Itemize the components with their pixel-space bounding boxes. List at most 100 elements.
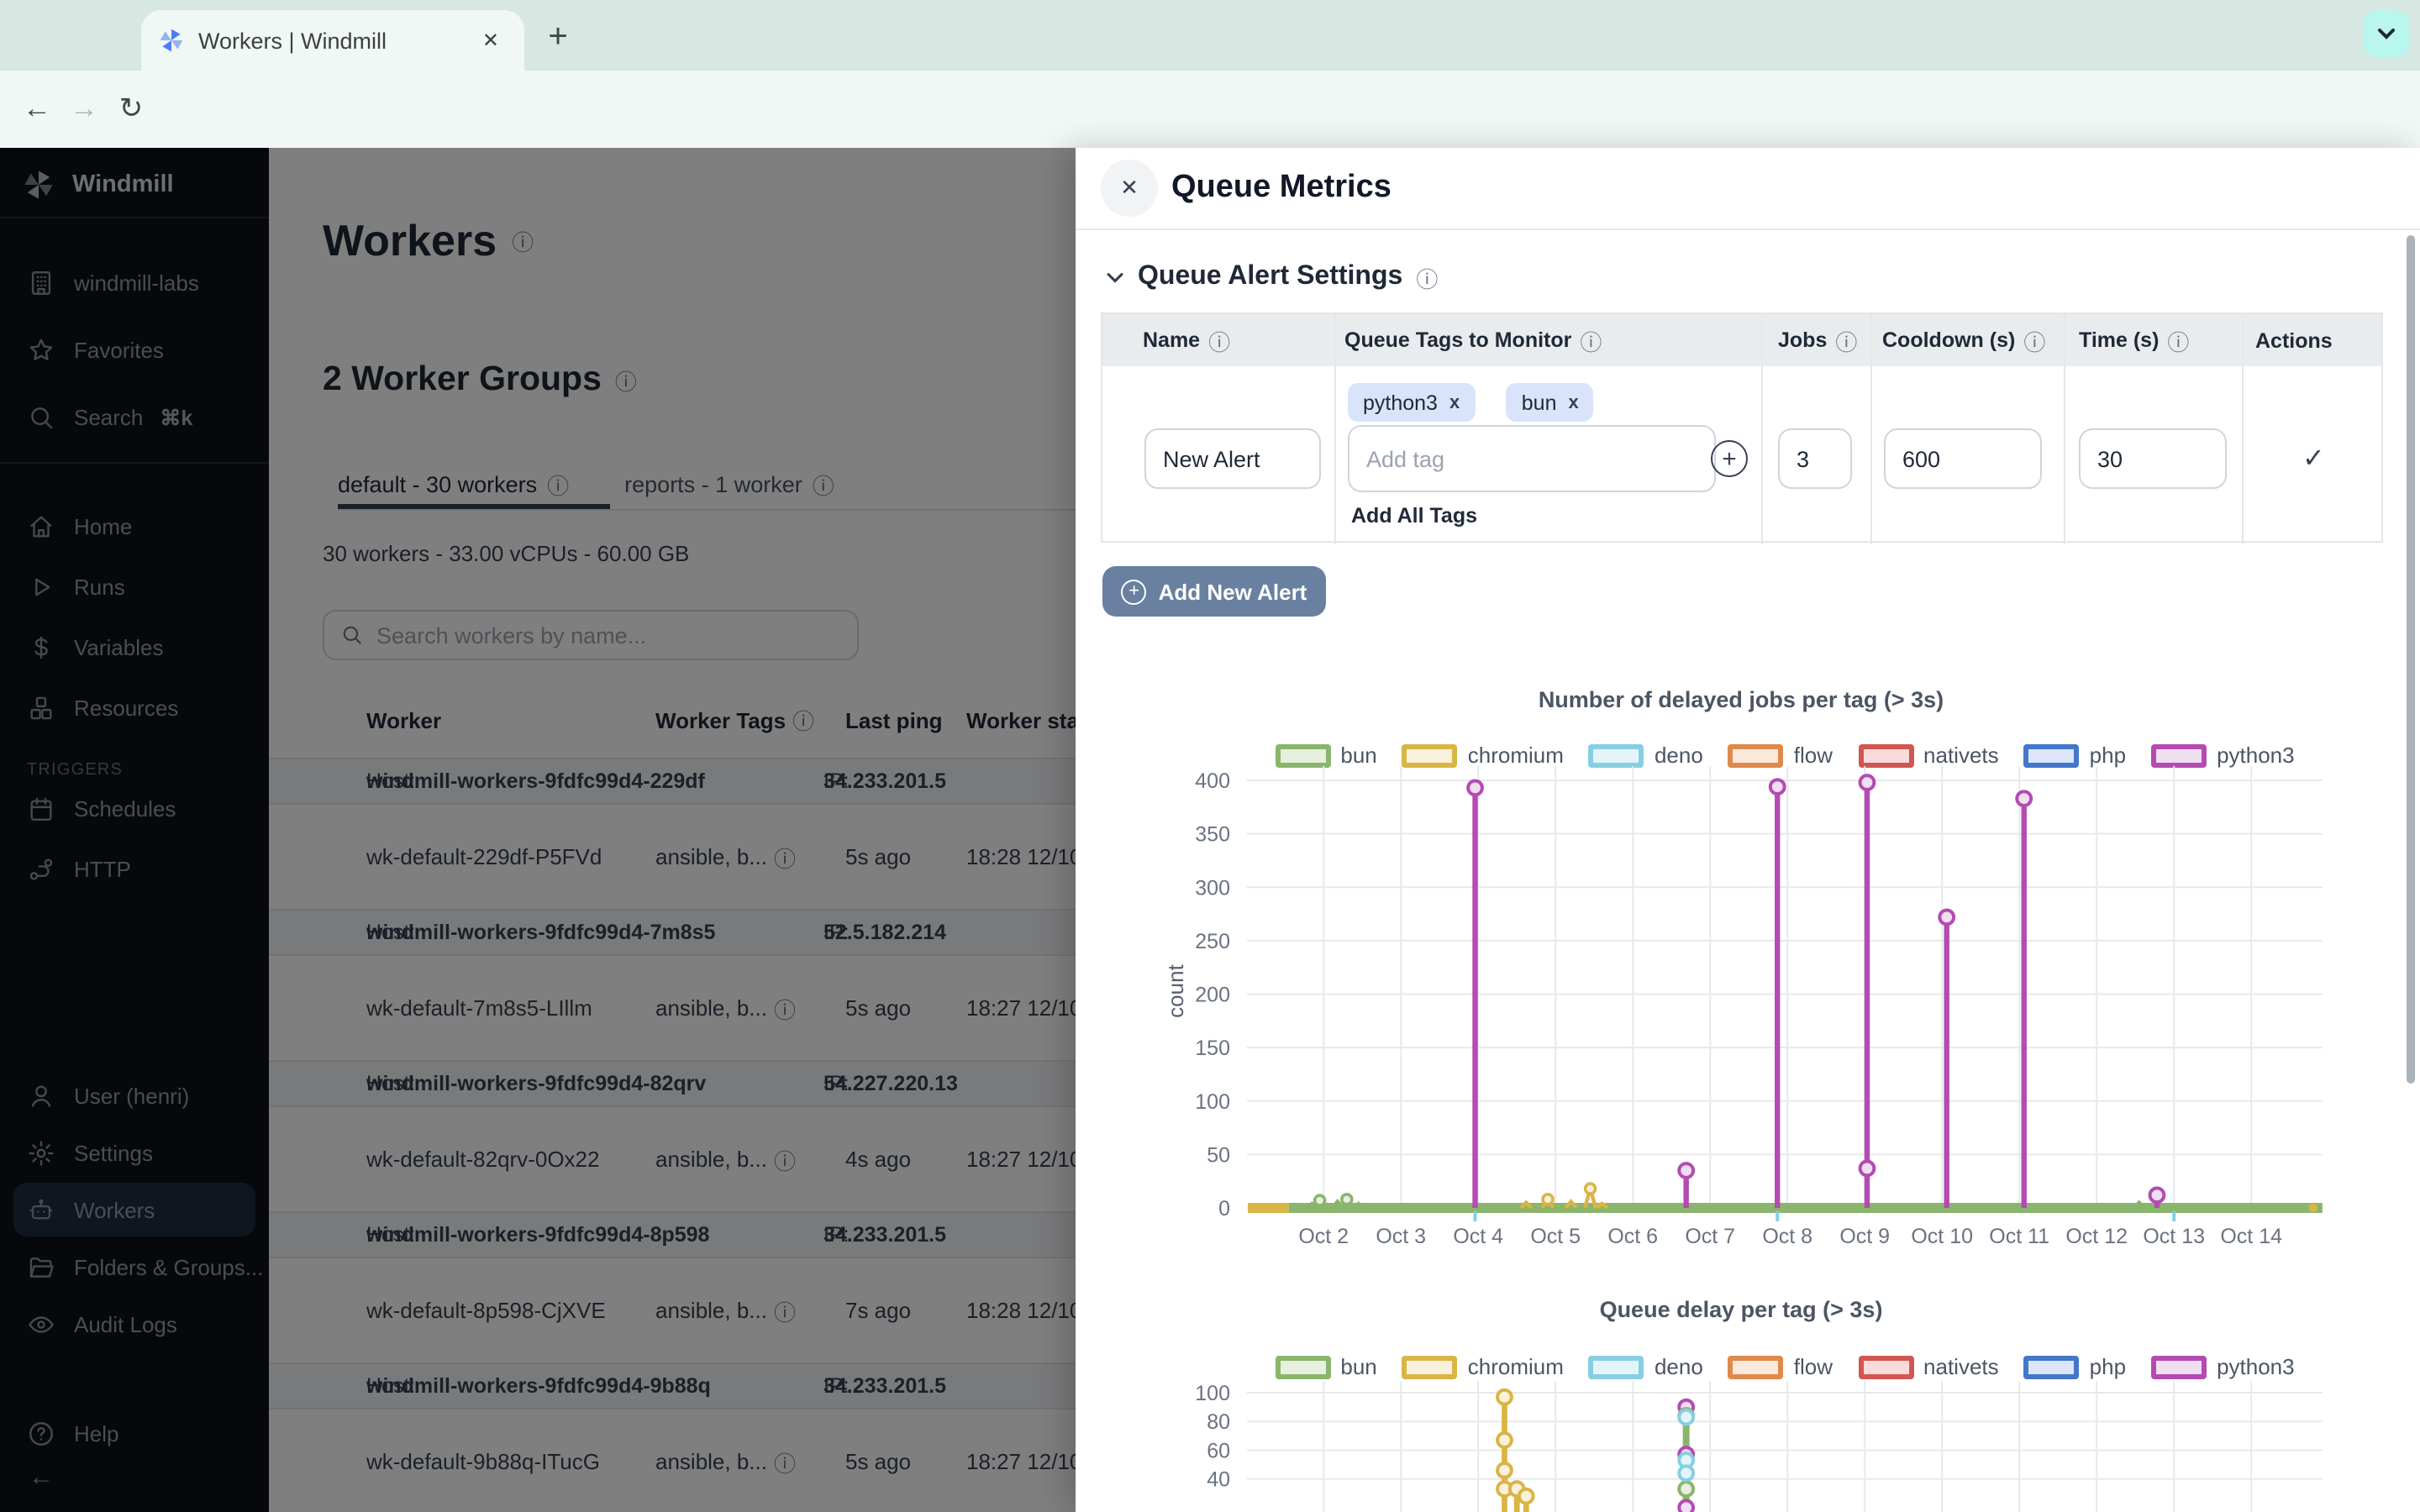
alert-column-header: Actions [2255, 328, 2333, 352]
legend-item-nativets: nativets [1858, 743, 1999, 768]
add-tag-plus-icon[interactable]: + [1711, 440, 1748, 477]
alert-time-input[interactable] [2079, 428, 2227, 489]
legend-label: python3 [2217, 1354, 2295, 1379]
queue-metrics-drawer: ✕ Queue Metrics Queue Alert Settings ⓘ N… [1076, 148, 2420, 1512]
info-icon[interactable]: ⓘ [1416, 261, 1438, 293]
info-icon[interactable]: ⓘ [1208, 324, 1230, 356]
chart1-legend: bun chromium deno flow nativets php python3 [1247, 743, 2323, 768]
svg-text:200: 200 [1195, 984, 1230, 1007]
legend-item-deno: deno [1589, 743, 1703, 768]
add-new-alert-button[interactable]: + Add New Alert [1102, 566, 1326, 617]
column-separator [1334, 314, 1336, 544]
header-label: Cooldown (s) [1882, 328, 2015, 352]
tag-chip-bun[interactable]: bunx [1507, 383, 1594, 422]
drawer-backdrop[interactable] [0, 148, 1076, 1512]
column-separator [1761, 314, 1763, 544]
legend-swatch [2151, 743, 2207, 767]
legend-swatch [1275, 1355, 1330, 1378]
svg-text:Oct 14: Oct 14 [2220, 1225, 2282, 1248]
drawer-scrollbar[interactable] [2407, 235, 2415, 1084]
svg-text:Oct 6: Oct 6 [1607, 1225, 1658, 1248]
legend-label: bun [1340, 743, 1376, 768]
browser-tab[interactable]: Workers | Windmill ✕ [141, 10, 524, 71]
page-content: Windmill windmill-labsFavoritesSearch⌘kH… [0, 148, 2420, 1512]
svg-text:0: 0 [1218, 1197, 1230, 1221]
legend-item-php: php [2024, 1354, 2126, 1379]
remove-tag-icon[interactable]: x [1449, 392, 1460, 412]
svg-text:80: 80 [1207, 1410, 1230, 1434]
legend-label: php [2090, 1354, 2126, 1379]
legend-item-nativets: nativets [1858, 1354, 1999, 1379]
alert-column-header: Cooldown (s) ⓘ [1882, 324, 2045, 356]
legend-label: deno [1655, 1354, 1703, 1379]
info-icon[interactable]: ⓘ [1580, 324, 1602, 356]
tag-chip-python3[interactable]: python3 x [1348, 383, 1475, 422]
windmill-favicon [158, 27, 185, 54]
legend-swatch [1275, 743, 1330, 767]
chevron-down-icon [2376, 27, 2396, 40]
legend-swatch [1858, 743, 1913, 767]
column-separator [2242, 314, 2244, 544]
svg-text:count: count [1163, 963, 1188, 1017]
svg-text:50: 50 [1207, 1143, 1230, 1167]
svg-text:Oct 3: Oct 3 [1376, 1225, 1426, 1248]
legend-label: chromium [1468, 743, 1564, 768]
info-icon[interactable]: ⓘ [1835, 324, 1857, 356]
column-separator [1870, 314, 1872, 544]
svg-text:60: 60 [1207, 1439, 1230, 1462]
chart2-title: Queue delay per tag (> 3s) [1203, 1297, 2279, 1322]
tag-label: bun [1522, 391, 1557, 414]
close-icon[interactable]: ✕ [1101, 160, 1158, 217]
legend-swatch [1858, 1355, 1913, 1378]
svg-text:Oct 4: Oct 4 [1453, 1225, 1503, 1248]
confirm-check-icon[interactable]: ✓ [2302, 442, 2325, 475]
alert-cooldown-input[interactable] [1884, 428, 2042, 489]
info-icon[interactable]: ⓘ [2167, 324, 2189, 356]
alert-jobs-input[interactable] [1778, 428, 1852, 489]
legend-swatch [1402, 1355, 1458, 1378]
add-all-tags-link[interactable]: Add All Tags [1351, 504, 1477, 528]
legend-swatch [2151, 1355, 2207, 1378]
legend-label: flow [1794, 1354, 1833, 1379]
legend-item-chromium: chromium [1402, 743, 1564, 768]
alert-settings-table: NameⓘQueue Tags to MonitorⓘJobsⓘCooldown… [1101, 312, 2383, 543]
drawer-title: Queue Metrics [1171, 170, 1392, 207]
alert-name-input[interactable] [1144, 428, 1321, 489]
legend-item-flow: flow [1728, 743, 1833, 768]
legend-swatch [1728, 1355, 1784, 1378]
drawer-divider [1076, 228, 2420, 230]
browser-toolbar: ← → ↻ app.windmill.dev/workers ☆ [0, 71, 2420, 148]
forward-icon[interactable]: → [60, 86, 108, 133]
tag-label: python3 [1363, 391, 1438, 414]
back-icon[interactable]: ← [13, 86, 60, 133]
legend-item-php: php [2024, 743, 2126, 768]
legend-swatch [1402, 743, 1458, 767]
legend-item-chromium: chromium [1402, 1354, 1564, 1379]
svg-text:300: 300 [1195, 876, 1230, 900]
info-icon[interactable]: ⓘ [2023, 324, 2045, 356]
reload-icon[interactable]: ↻ [108, 86, 155, 133]
legend-label: deno [1655, 743, 1703, 768]
tab-strip-chevron-button[interactable] [2363, 10, 2410, 57]
chart1-title: Number of delayed jobs per tag (> 3s) [1203, 687, 2279, 712]
legend-label: python3 [2217, 743, 2295, 768]
legend-item-deno: deno [1589, 1354, 1703, 1379]
svg-text:400: 400 [1195, 769, 1230, 793]
add-tag-input[interactable] [1348, 425, 1716, 492]
legend-label: php [2090, 743, 2126, 768]
legend-item-bun: bun [1275, 743, 1376, 768]
header-label: Name [1143, 328, 1200, 352]
alert-column-header: Time (s) ⓘ [2079, 324, 2189, 356]
column-separator [2064, 314, 2065, 544]
header-label: Time (s) [2079, 328, 2159, 352]
svg-text:Oct 9: Oct 9 [1839, 1225, 1890, 1248]
legend-label: nativets [1923, 743, 1999, 768]
svg-text:Oct 10: Oct 10 [1911, 1225, 1973, 1248]
remove-tag-icon[interactable]: x [1569, 392, 1579, 412]
section-title: Queue Alert Settings [1138, 262, 1402, 292]
queue-alert-settings-toggle[interactable]: Queue Alert Settings ⓘ [1106, 259, 1438, 296]
new-tab-button[interactable]: + [534, 13, 581, 60]
tab-close-icon[interactable]: ✕ [474, 25, 508, 55]
svg-text:250: 250 [1195, 930, 1230, 953]
legend-swatch [2024, 743, 2080, 767]
